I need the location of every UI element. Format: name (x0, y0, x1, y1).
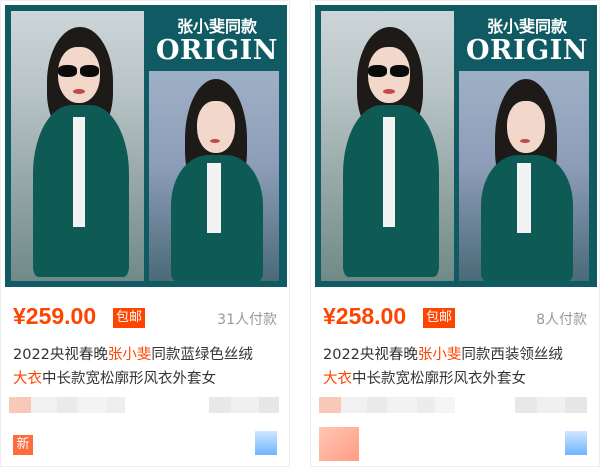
title-text: 中长款宽松廓形风衣外套女 (42, 371, 216, 387)
shop-info-blurred (319, 397, 593, 413)
photo-right-panel (149, 71, 279, 281)
free-shipping-badge: 包邮 (113, 308, 146, 328)
model-figure (171, 79, 263, 281)
product-card[interactable]: 张小斐同款 ORIGIN ¥259.00 包邮 31人付款 2022央视春晚张小… (0, 0, 290, 467)
new-arrival-tag (319, 427, 359, 461)
product-thumbnail[interactable]: 张小斐同款 ORIGIN (315, 5, 597, 287)
model-figure (343, 27, 439, 277)
promo-name-text: 张小斐同款 (486, 17, 567, 36)
title-highlight: 大衣 (323, 371, 352, 387)
price: ¥259.00 (13, 303, 97, 329)
product-thumbnail[interactable]: 张小斐同款 ORIGIN (5, 5, 287, 287)
sales-count: 31人付款 (217, 312, 277, 328)
model-figure (481, 79, 573, 281)
price-row: ¥259.00 包邮 31人付款 (9, 301, 283, 335)
promo-brand-text: ORIGIN (466, 35, 588, 66)
shop-tag-icon (255, 431, 277, 455)
photo-left-panel (11, 11, 147, 281)
title-highlight: 张小斐 (107, 347, 152, 363)
model-figure (33, 27, 129, 277)
price: ¥258.00 (323, 303, 407, 329)
shop-info-blurred (9, 397, 283, 413)
price-row: ¥258.00 包邮 8人付款 (319, 301, 593, 335)
new-arrival-tag: 新 (13, 435, 33, 455)
product-title-link[interactable]: 2022央视春晚张小斐同款西装领丝绒大衣中长款宽松廓形风衣外套女 (323, 343, 593, 391)
title-text: 同款西装领丝绒 (461, 347, 563, 363)
title-text: 2022央视春晚 (13, 347, 108, 363)
title-text: 中长款宽松廓形风衣外套女 (352, 371, 526, 387)
product-title-link[interactable]: 2022央视春晚张小斐同款蓝绿色丝绒大衣中长款宽松廓形风衣外套女 (13, 343, 283, 391)
sales-count: 8人付款 (536, 312, 587, 328)
promo-name-text: 张小斐同款 (176, 17, 257, 36)
promo-brand-text: ORIGIN (156, 35, 278, 66)
photo-right-panel (459, 71, 589, 281)
shop-tag-icon (565, 431, 587, 455)
title-highlight: 张小斐 (417, 347, 462, 363)
product-card[interactable]: 张小斐同款 ORIGIN ¥258.00 包邮 8人付款 2022央视春晚张小斐… (310, 0, 600, 467)
title-text: 2022央视春晚 (323, 347, 418, 363)
photo-left-panel (321, 11, 457, 281)
free-shipping-badge: 包邮 (423, 308, 456, 328)
title-highlight: 大衣 (13, 371, 42, 387)
title-text: 同款蓝绿色丝绒 (151, 347, 253, 363)
